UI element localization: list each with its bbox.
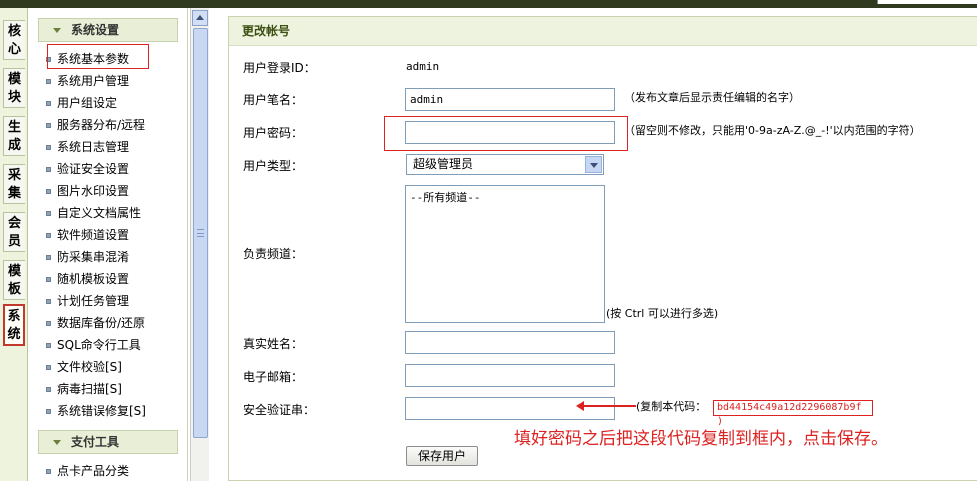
bullet-icon: [46, 343, 51, 348]
bullet-icon: [46, 387, 51, 392]
menu-item[interactable]: 验证安全设置: [46, 160, 129, 178]
bullet-icon: [46, 167, 51, 172]
save-user-button[interactable]: 保存用户: [406, 446, 478, 466]
menu-item[interactable]: 系统日志管理: [46, 138, 129, 156]
realname-input[interactable]: [405, 331, 615, 354]
login-id-label: 用户登录ID：: [243, 61, 316, 75]
top-bar-right-panel: [877, 0, 977, 4]
tab-collect[interactable]: 采集: [3, 164, 25, 204]
menu-item[interactable]: 防采集串混淆: [46, 248, 129, 266]
scroll-up-icon[interactable]: [192, 10, 208, 26]
bullet-icon: [46, 233, 51, 238]
menu-section-title: 支付工具: [71, 435, 120, 449]
menu-item[interactable]: 随机模板设置: [46, 270, 129, 288]
channel-option[interactable]: --所有频道--: [410, 189, 600, 205]
email-input[interactable]: [405, 364, 615, 387]
channel-hint: (按 Ctrl 可以进行多选): [606, 307, 719, 320]
menu-item[interactable]: 病毒扫描[S]: [46, 380, 122, 398]
panel-title: 更改帐号: [229, 17, 977, 46]
bullet-icon: [46, 79, 51, 84]
usertype-label: 用户类型：: [243, 159, 304, 173]
tab-modules[interactable]: 模块: [3, 68, 25, 108]
menu-section-payment-tools[interactable]: 支付工具: [38, 430, 178, 454]
menu-item[interactable]: 点卡产品分类: [46, 462, 129, 480]
menu-item[interactable]: 系统用户管理: [46, 72, 129, 90]
menu-item[interactable]: 服务器分布/远程: [46, 116, 145, 134]
menu-item[interactable]: 自定义文档属性: [46, 204, 141, 222]
penname-label: 用户笔名：: [243, 93, 304, 107]
bullet-icon: [46, 123, 51, 128]
bullet-icon: [46, 101, 51, 106]
bullet-icon: [46, 321, 51, 326]
bullet-icon: [46, 469, 51, 474]
bullet-icon: [46, 299, 51, 304]
grip-icon: [197, 229, 204, 237]
copy-code-label: (复制本代码：: [636, 400, 707, 413]
tab-core[interactable]: 核心: [3, 20, 25, 60]
penname-hint: （发布文章后显示责任编辑的名字）: [624, 91, 800, 104]
penname-input[interactable]: admin: [405, 88, 615, 111]
menu-section-title: 系统设置: [71, 23, 120, 37]
scroll-thumb[interactable]: [193, 28, 208, 438]
bullet-icon: [46, 365, 51, 370]
highlight-box: [384, 116, 628, 151]
menu-item[interactable]: 图片水印设置: [46, 182, 129, 200]
menu-item[interactable]: 计划任务管理: [46, 292, 129, 310]
menu-item[interactable]: 软件频道设置: [46, 226, 129, 244]
side-menu: 系统设置 系统基本参数 系统用户管理 用户组设定 服务器分布/远程 系统日志管理…: [30, 8, 188, 481]
instruction-annotation: 填好密码之后把这段代码复制到框内，点击保存。: [514, 429, 888, 449]
bullet-icon: [46, 277, 51, 282]
highlight-box: [47, 44, 149, 69]
usertype-selected: 超级管理员: [413, 157, 474, 171]
email-label: 电子邮箱：: [243, 370, 304, 384]
menu-item[interactable]: 数据库备份/还原: [46, 314, 145, 332]
menu-scrollbar[interactable]: [190, 8, 209, 481]
channel-listbox[interactable]: --所有频道--: [405, 185, 605, 323]
menu-item[interactable]: 用户组设定: [46, 94, 117, 112]
tab-templates[interactable]: 模板: [3, 260, 25, 300]
bullet-icon: [46, 211, 51, 216]
safecode-value: bd44154c49a12d2296087b9f ): [713, 400, 873, 427]
tab-system[interactable]: 系统: [3, 304, 25, 346]
menu-item[interactable]: 系统错误修复[S]: [46, 402, 146, 420]
realname-label: 真实姓名：: [243, 337, 304, 351]
chevron-down-icon[interactable]: [585, 156, 602, 173]
top-bar: [0, 0, 977, 8]
bullet-icon: [46, 255, 51, 260]
tab-members[interactable]: 会员: [3, 212, 25, 252]
bullet-icon: [46, 409, 51, 414]
menu-item[interactable]: 文件校验[S]: [46, 358, 122, 376]
menu-item[interactable]: SQL命令行工具: [46, 336, 141, 354]
channel-label: 负责频道：: [243, 247, 304, 261]
collapse-arrow-icon: [53, 28, 61, 33]
password-hint: （留空则不修改，只能用'0-9a-zA-Z.@_-!'以内范围的字符）: [624, 124, 921, 137]
tab-generate[interactable]: 生成: [3, 116, 25, 156]
bullet-icon: [46, 145, 51, 150]
collapse-arrow-icon: [53, 440, 61, 445]
bullet-icon: [46, 189, 51, 194]
arrow-line: [582, 405, 636, 407]
login-id-value: admin: [406, 60, 440, 73]
left-tab-strip: 核心 模块 生成 采集 会员 模板 系统: [0, 8, 28, 481]
password-label: 用户密码：: [243, 126, 304, 140]
menu-section-system-settings[interactable]: 系统设置: [38, 18, 178, 42]
usertype-select[interactable]: 超级管理员: [406, 154, 604, 175]
safecode-label: 安全验证串：: [243, 403, 316, 417]
